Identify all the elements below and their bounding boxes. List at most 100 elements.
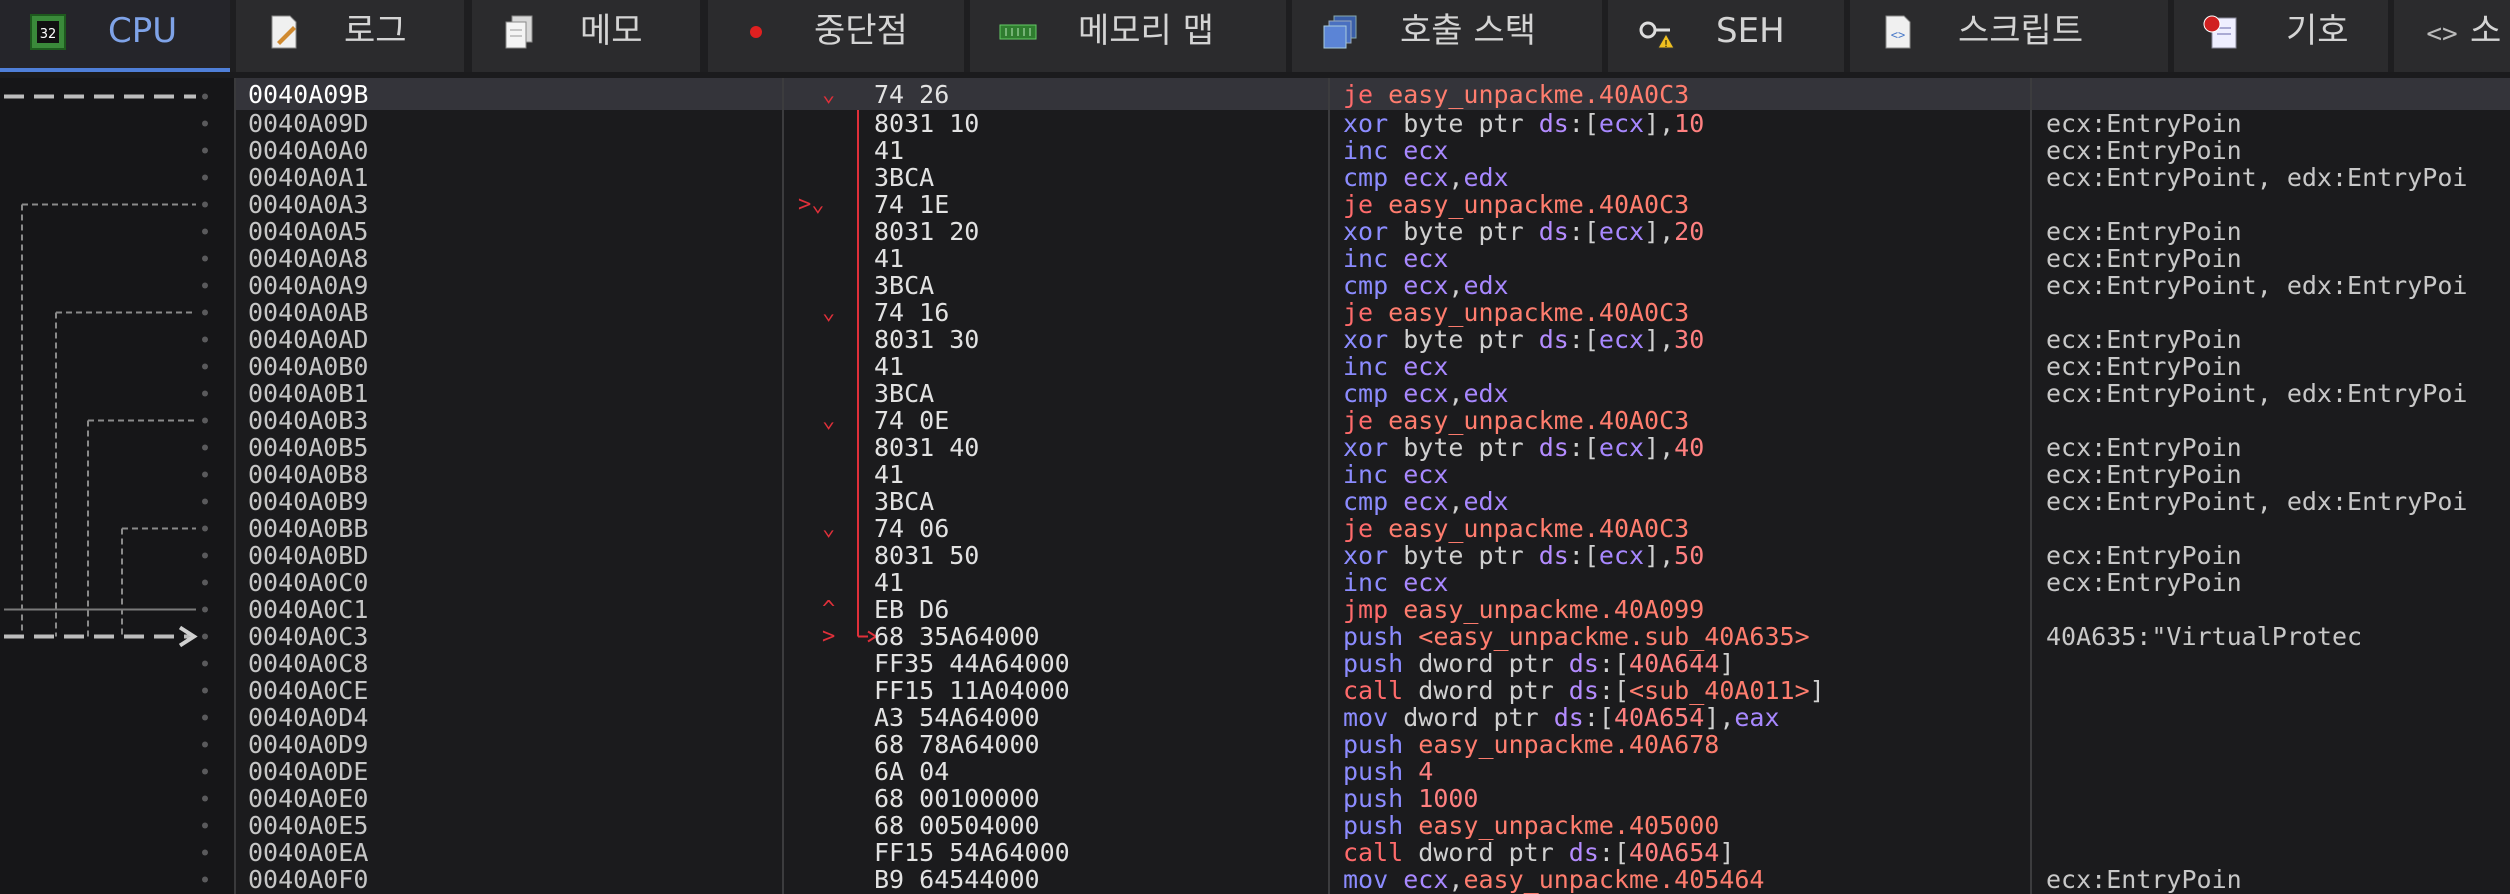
disasm-row[interactable]: 0040A0A5 8031 20 xor byte ptr ds:[ecx],20 e… — [236, 218, 2510, 245]
comment: ecx:EntryPoin — [2046, 110, 2242, 137]
disasm-row[interactable]: 0040A0E5 68 00504000 push easy_unpackme.40… — [236, 812, 2510, 839]
operands: easy_unpackme.405000 — [1418, 811, 1720, 840]
disasm-row[interactable]: 0040A0A9 3BCA cmp ecx,edx ecx:EntryPoint, e… — [236, 272, 2510, 299]
gutter-dot — [202, 255, 208, 262]
tab-item-8[interactable]: 기호 — [2174, 0, 2388, 72]
operands: ecx — [1403, 460, 1449, 489]
disasm-row[interactable]: 0040A0B8 41 inc ecx ecx:EntryPoin — [236, 461, 2510, 488]
gutter-dot — [202, 201, 208, 208]
disasm-row[interactable]: 0040A0AD 8031 30 xor byte ptr ds:[ecx],30 e… — [236, 326, 2510, 353]
disasm-row[interactable]: 0040A0A1 3BCA cmp ecx,edx ecx:EntryPoint, e… — [236, 164, 2510, 191]
mnemonic: cmp — [1343, 271, 1389, 300]
address: 0040A0A1 — [248, 163, 369, 192]
tab-item-2[interactable]: 메모 — [472, 0, 700, 72]
tab-item-9[interactable]: <> 소 — [2394, 0, 2510, 72]
disasm-row[interactable]: 0040A0C1 EB D6 jmp easy_unpackme.40A099 ^ — [236, 596, 2510, 623]
disasm-row[interactable]: 0040A0C8 FF35 44A64000 push dword ptr ds:[… — [236, 650, 2510, 677]
address: 0040A0BB — [248, 514, 369, 543]
operands: ecx — [1403, 244, 1449, 273]
operands: dword ptr ds:[<sub_40A011>] — [1418, 676, 1825, 705]
instruction: inc ecx — [1343, 245, 1448, 272]
mnemonic: mov — [1343, 703, 1389, 732]
disasm-row[interactable]: 0040A0DE 6A 04 push 4 — [236, 758, 2510, 785]
disassembly-listing[interactable]: 0040A09B 74 26 je easy_unpackme.40A0C3 ⌄ 004… — [236, 78, 2510, 894]
opcode-bytes: 8031 30 — [874, 325, 980, 354]
jump-direction-marker: ⌄ — [822, 516, 836, 541]
mnemonic: je — [1343, 406, 1374, 435]
gutter-dot — [202, 363, 208, 370]
tab-label: 메모 — [580, 11, 643, 51]
disasm-row[interactable]: 0040A0CE FF15 11A04000 call dword ptr ds:[… — [236, 677, 2510, 704]
gutter-dot — [202, 606, 208, 613]
seh-icon: ! — [1634, 10, 1678, 54]
instruction: je easy_unpackme.40A0C3 — [1343, 191, 1689, 218]
comment: ecx:EntryPoin — [2046, 326, 2242, 353]
tab-item-7[interactable]: <> 스크립트 — [1850, 0, 2168, 72]
instruction: je easy_unpackme.40A0C3 — [1343, 407, 1689, 434]
tab-item-3[interactable]: 중단점 — [708, 0, 964, 72]
gutter-dot — [202, 498, 208, 505]
svg-text:32: 32 — [40, 27, 57, 42]
disasm-row[interactable]: 0040A0B0 41 inc ecx ecx:EntryPoin — [236, 353, 2510, 380]
comment — [2046, 839, 2510, 866]
address: 0040A0B8 — [248, 460, 369, 489]
gutter-dot — [202, 147, 208, 154]
disasm-row[interactable]: 0040A0B9 3BCA cmp ecx,edx ecx:EntryPoint, e… — [236, 488, 2510, 515]
disasm-row[interactable]: 0040A0EA FF15 54A64000 call dword ptr ds:[… — [236, 839, 2510, 866]
tab-cpu[interactable]: 32 CPU — [0, 0, 230, 72]
disasm-row[interactable]: 0040A0F0 B9 64544000 mov ecx,easy_unpackme… — [236, 866, 2510, 893]
disasm-row[interactable]: 0040A0BD 8031 50 xor byte ptr ds:[ecx],50 e… — [236, 542, 2510, 569]
gutter-dot — [202, 444, 208, 451]
disasm-row[interactable]: 0040A0B1 3BCA cmp ecx,edx ecx:EntryPoint, e… — [236, 380, 2510, 407]
operands: ecx — [1403, 568, 1449, 597]
operands: dword ptr ds:[40A654],eax — [1403, 703, 1780, 732]
address: 0040A0D9 — [248, 730, 369, 759]
disasm-row[interactable]: 0040A0C3 68 35A64000 push <easy_unpackme.s… — [236, 623, 2510, 650]
gutter-dot — [202, 849, 208, 856]
address: 0040A0E0 — [248, 784, 369, 813]
disasm-row[interactable]: 0040A0D9 68 78A64000 push easy_unpackme.40… — [236, 731, 2510, 758]
disasm-row[interactable]: 0040A0AB 74 16 je easy_unpackme.40A0C3 ⌄ — [236, 299, 2510, 326]
disasm-row[interactable]: 0040A09B 74 26 je easy_unpackme.40A0C3 ⌄ — [236, 78, 2510, 110]
instruction: xor byte ptr ds:[ecx],20 — [1343, 218, 1704, 245]
disasm-row[interactable]: 0040A0A0 41 inc ecx ecx:EntryPoin — [236, 137, 2510, 164]
operands: easy_unpackme.40A099 — [1403, 595, 1705, 624]
instruction: cmp ecx,edx — [1343, 272, 1509, 299]
tab-label: 소 — [2470, 11, 2502, 51]
tab-item-1[interactable]: 로그 — [236, 0, 464, 72]
operands: <easy_unpackme.sub_40A635> — [1418, 622, 1810, 651]
disasm-row[interactable]: 0040A0BB 74 06 je easy_unpackme.40A0C3 ⌄ — [236, 515, 2510, 542]
opcode-bytes: 3BCA — [874, 487, 935, 516]
comment — [2046, 407, 2510, 434]
instruction: je easy_unpackme.40A0C3 — [1343, 81, 1689, 108]
tab-item-4[interactable]: 메모리 맵 — [970, 0, 1286, 72]
comment: ecx:EntryPoint, edx:EntryPoi — [2046, 488, 2468, 515]
comment — [2046, 677, 2510, 704]
comment — [2046, 191, 2510, 218]
comment: ecx:EntryPoin — [2046, 434, 2242, 461]
comment: ecx:EntryPoint, edx:EntryPoi — [2046, 272, 2468, 299]
disasm-row[interactable]: 0040A0A3 74 1E je easy_unpackme.40A0C3 >⌄ — [236, 191, 2510, 218]
disasm-row[interactable]: 0040A0A8 41 inc ecx ecx:EntryPoin — [236, 245, 2510, 272]
comment — [2046, 704, 2510, 731]
opcode-bytes: 74 16 — [874, 298, 950, 327]
tab-item-5[interactable]: 호출 스택 — [1292, 0, 1602, 72]
svg-text:<>: <> — [1891, 28, 1905, 42]
opcode-bytes: 68 78A64000 — [874, 730, 1040, 759]
breakpoint-icon — [734, 10, 778, 54]
tab-label: 로그 — [344, 11, 407, 51]
disasm-row[interactable]: 0040A0D4 A3 54A64000 mov dword ptr ds:[40A… — [236, 704, 2510, 731]
mnemonic: xor — [1343, 433, 1389, 462]
disasm-row[interactable]: 0040A09D 8031 10 xor byte ptr ds:[ecx],10 e… — [236, 110, 2510, 137]
disasm-row[interactable]: 0040A0C0 41 inc ecx ecx:EntryPoin — [236, 569, 2510, 596]
mnemonic: push — [1343, 730, 1404, 759]
disasm-row[interactable]: 0040A0B5 8031 40 xor byte ptr ds:[ecx],40 e… — [236, 434, 2510, 461]
mnemonic: xor — [1343, 541, 1389, 570]
disasm-row[interactable]: 0040A0B3 74 0E je easy_unpackme.40A0C3 ⌄ — [236, 407, 2510, 434]
tab-item-6[interactable]: ! SEH — [1608, 0, 1844, 72]
disasm-row[interactable]: 0040A0E0 68 00100000 push 1000 — [236, 785, 2510, 812]
opcode-bytes: A3 54A64000 — [874, 703, 1040, 732]
mnemonic: mov — [1343, 865, 1389, 894]
address: 0040A0A9 — [248, 271, 369, 300]
operands: easy_unpackme.40A0C3 — [1388, 80, 1690, 109]
